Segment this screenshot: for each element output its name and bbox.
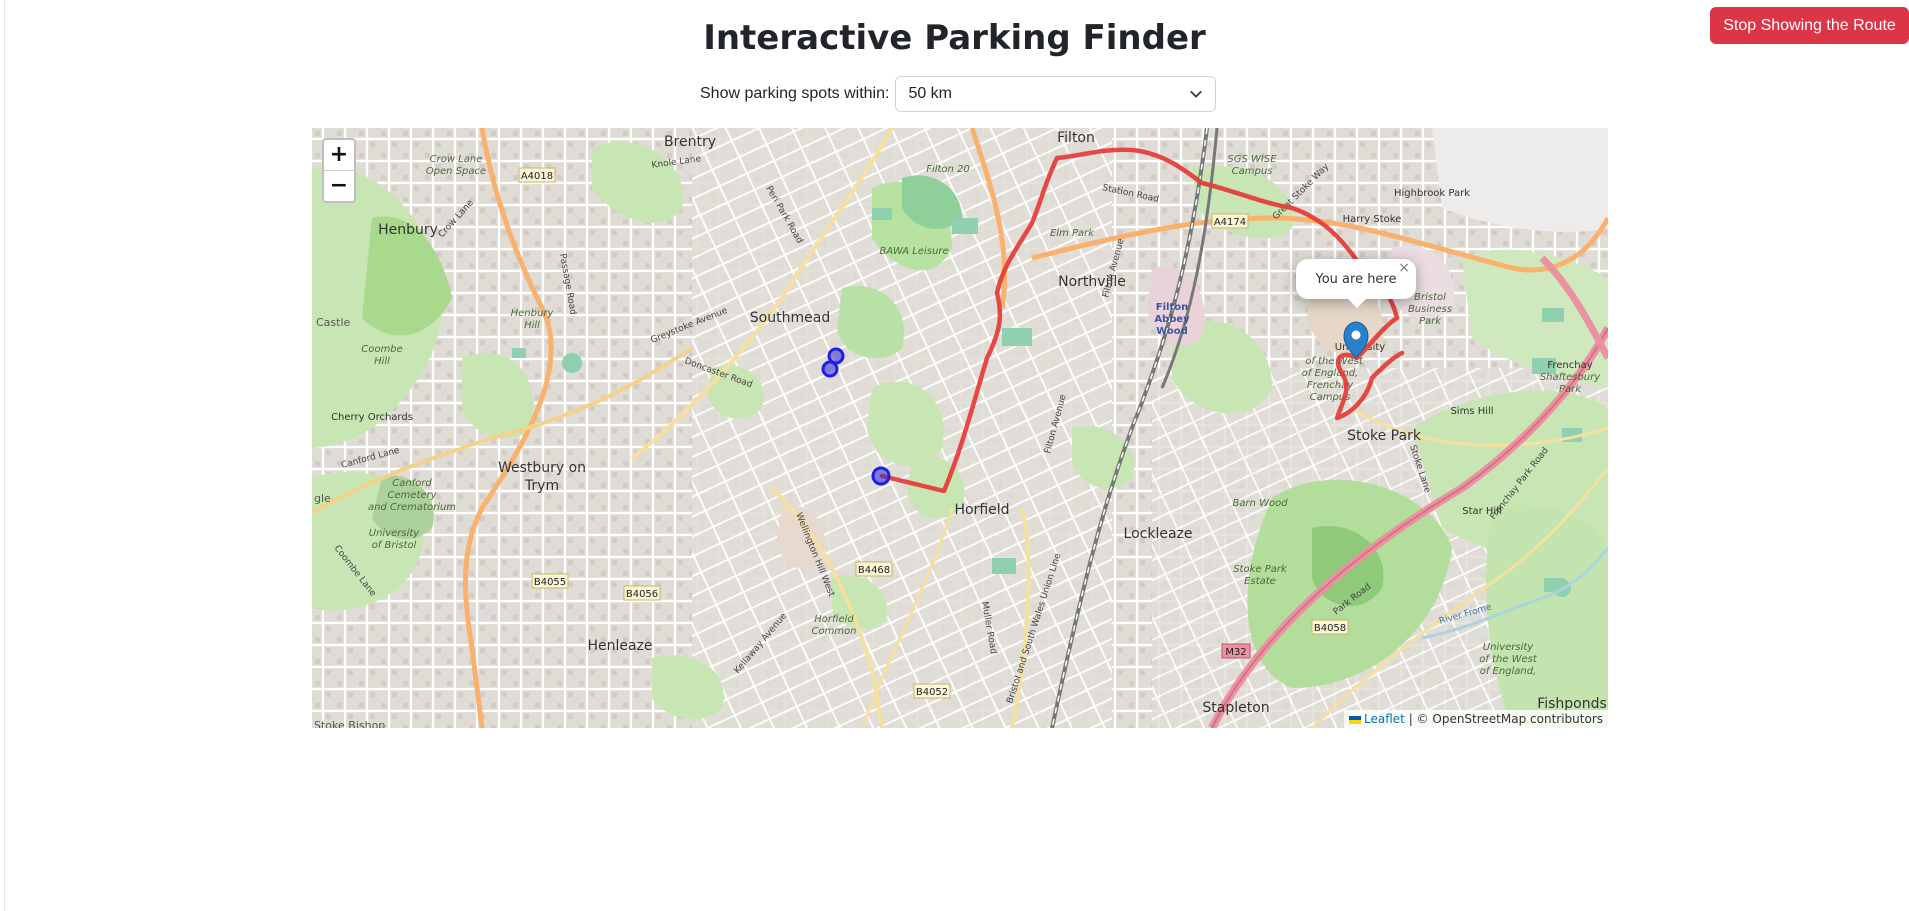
stop-route-button[interactable]: Stop Showing the Route: [1710, 7, 1909, 44]
leaflet-link[interactable]: Leaflet: [1364, 712, 1405, 726]
popup-text: You are here: [1315, 271, 1397, 287]
route-line: [879, 147, 1405, 494]
zoom-control: + −: [322, 138, 356, 203]
page-title: Interactive Parking Finder: [703, 18, 1206, 58]
distance-filter: Show parking spots within: 50 km: [700, 75, 1217, 113]
parking-marker: [821, 360, 839, 378]
parking-marker: [871, 466, 891, 486]
popup-tip: [1348, 299, 1366, 308]
map[interactable]: Filton Brentry Henbury Southmead Northvi…: [312, 128, 1608, 728]
zoom-in-button[interactable]: +: [324, 140, 354, 170]
chevron-down-icon: [1190, 90, 1203, 98]
route-layer: [821, 147, 1405, 494]
map-attribution: Leaflet | © OpenStreetMap contributors: [1344, 710, 1608, 728]
distance-select-value: 50 km: [908, 85, 953, 102]
distance-select[interactable]: 50 km: [895, 76, 1217, 112]
attribution-text: | © OpenStreetMap contributors: [1408, 712, 1603, 726]
page-edge: [4, 0, 5, 911]
ukraine-flag-icon: [1349, 715, 1362, 724]
close-icon[interactable]: ×: [1398, 260, 1410, 276]
distance-filter-label: Show parking spots within:: [700, 85, 890, 102]
location-popup: You are here ×: [1296, 259, 1416, 308]
zoom-out-button[interactable]: −: [324, 170, 354, 201]
